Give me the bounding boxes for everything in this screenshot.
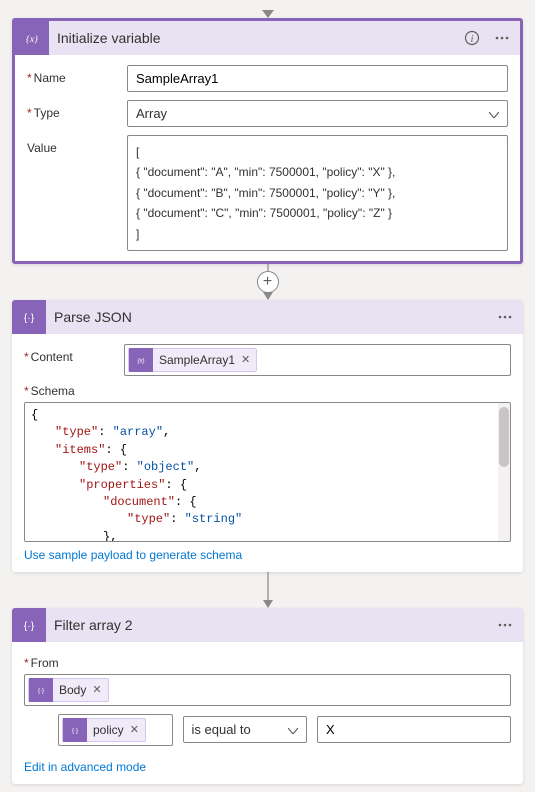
more-menu-icon[interactable] <box>493 305 517 329</box>
connector-arrow: + <box>12 264 523 300</box>
card-title: Parse JSON <box>46 309 493 325</box>
value-label: Value <box>27 135 127 155</box>
connector-arrow <box>12 572 523 608</box>
svg-text:{·}: {·} <box>72 728 78 734</box>
card-parse-json[interactable]: {·} Parse JSON Content {x} <box>12 300 523 572</box>
braces-icon: {·} <box>63 718 87 742</box>
svg-text:{x}: {x} <box>137 358 144 364</box>
braces-icon: {·} <box>12 300 46 334</box>
token-remove-icon[interactable]: ✕ <box>130 723 139 736</box>
from-input[interactable]: {·} Body ✕ <box>24 674 511 706</box>
card-initialize-variable[interactable]: {x} Initialize variable i Name Type <box>12 18 523 264</box>
card-header[interactable]: {x} Initialize variable i <box>15 21 520 55</box>
token-label: Body <box>59 683 86 697</box>
info-icon[interactable]: i <box>460 26 484 50</box>
token-samplearray1[interactable]: {x} SampleArray1 ✕ <box>128 348 257 372</box>
card-filter-array[interactable]: {·} Filter array 2 From {·} Body ✕ <box>12 608 523 784</box>
content-label: Content <box>24 344 124 364</box>
token-remove-icon[interactable]: ✕ <box>241 353 250 366</box>
more-menu-icon[interactable] <box>490 26 514 50</box>
token-body[interactable]: {·} Body ✕ <box>28 678 109 702</box>
token-label: SampleArray1 <box>159 353 235 367</box>
condition-left-input[interactable]: {·} policy ✕ <box>58 714 173 746</box>
add-step-button[interactable]: + <box>257 271 279 293</box>
operator-value: is equal to <box>192 722 251 737</box>
card-header[interactable]: {·} Parse JSON <box>12 300 523 334</box>
schema-editor[interactable]: {"type": "array","items": {"type": "obje… <box>24 402 511 542</box>
variable-icon: {x} <box>129 348 153 372</box>
from-label: From <box>24 656 511 670</box>
svg-text:{·}: {·} <box>24 620 35 632</box>
svg-text:{·}: {·} <box>38 688 44 694</box>
token-policy[interactable]: {·} policy ✕ <box>62 718 146 742</box>
variable-icon: {x} <box>15 21 49 55</box>
type-select[interactable]: Array <box>127 100 508 127</box>
content-input[interactable]: {x} SampleArray1 ✕ <box>124 344 511 376</box>
svg-text:{x}: {x} <box>26 34 38 45</box>
schema-label: Schema <box>24 384 511 398</box>
chevron-down-icon <box>489 106 499 121</box>
token-remove-icon[interactable]: ✕ <box>92 683 101 696</box>
type-label: Type <box>27 100 127 120</box>
name-label: Name <box>27 65 127 85</box>
card-title: Filter array 2 <box>46 617 493 633</box>
card-title: Initialize variable <box>49 30 460 46</box>
condition-operator-select[interactable]: is equal to <box>183 716 308 743</box>
braces-icon: {·} <box>29 678 53 702</box>
edit-advanced-mode-link[interactable]: Edit in advanced mode <box>24 760 146 774</box>
braces-icon: {·} <box>12 608 46 642</box>
token-label: policy <box>93 723 124 737</box>
value-textarea[interactable]: [ { "document": "A", "min": 7500001, "po… <box>127 135 508 251</box>
condition-right-input[interactable] <box>317 716 511 743</box>
use-sample-payload-link[interactable]: Use sample payload to generate schema <box>24 548 242 562</box>
chevron-down-icon <box>288 722 298 737</box>
connector-arrow-top <box>12 8 523 18</box>
card-header[interactable]: {·} Filter array 2 <box>12 608 523 642</box>
schema-scrollbar[interactable] <box>498 403 510 541</box>
type-value: Array <box>136 106 167 121</box>
name-input[interactable] <box>127 65 508 92</box>
svg-text:{·}: {·} <box>24 312 35 324</box>
more-menu-icon[interactable] <box>493 613 517 637</box>
svg-text:i: i <box>471 34 474 45</box>
